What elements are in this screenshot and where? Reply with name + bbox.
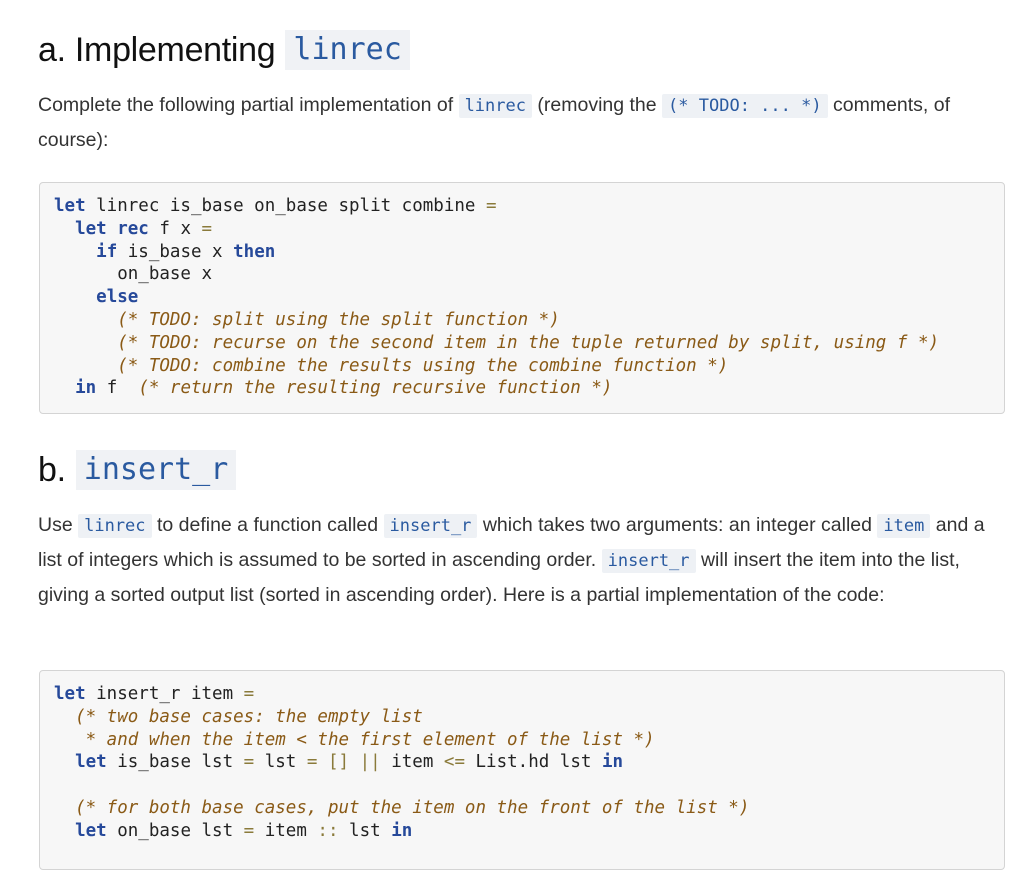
section-b-description: Use linrec to define a function called i…: [38, 508, 998, 612]
code-line: let insert_r item =: [54, 684, 255, 704]
section-a-intro: Complete the following partial implement…: [38, 88, 1008, 157]
desc-text: which takes two arguments: an integer ca…: [477, 514, 878, 536]
code-line: (* TODO: combine the results using the c…: [117, 355, 729, 376]
code-line: else: [96, 287, 139, 308]
desc-text: Use: [38, 514, 79, 536]
section-a-code-name: linrec: [285, 30, 410, 70]
code-line: if is_base x then: [96, 241, 276, 262]
inline-code: linrec: [458, 94, 532, 118]
code-line: in f (* return the resulting recursive f…: [75, 378, 613, 399]
code-line: let linrec is_base on_base split combine…: [54, 196, 497, 216]
code-line: (* TODO: split using the split function …: [117, 309, 560, 330]
insert-r-code-block[interactable]: let insert_r item = (* two base cases: t…: [39, 670, 1005, 870]
code-line: (* two base cases: the empty list: [75, 706, 423, 727]
code-line: (* TODO: recurse on the second item in t…: [117, 332, 940, 353]
intro-text: Complete the following partial implement…: [38, 94, 459, 116]
intro-text: (removing the: [531, 94, 663, 116]
inline-code: (* TODO: ... *): [662, 94, 828, 118]
inline-code: item: [877, 514, 931, 538]
desc-text: to define a function called: [151, 514, 384, 536]
code-line: on_base x: [117, 264, 213, 285]
section-b-code-name: insert_r: [75, 450, 237, 490]
inline-code: insert_r: [383, 514, 478, 538]
linrec-code-block[interactable]: let linrec is_base on_base split combine…: [39, 182, 1005, 414]
inline-code: insert_r: [601, 549, 696, 573]
section-a-heading: a. Implementing linrec: [38, 30, 410, 70]
code-line: let is_base lst = lst = [] || item <= Li…: [75, 752, 624, 773]
code-line: let rec f x =: [75, 218, 213, 239]
section-b-prefix: b.: [38, 451, 66, 489]
code-line: let on_base lst = item :: lst in: [75, 820, 413, 841]
section-b-heading: b. insert_r: [38, 450, 237, 490]
code-line: (* for both base cases, put the item on …: [75, 797, 750, 818]
section-a-prefix: a. Implementing: [38, 31, 276, 69]
inline-code: linrec: [78, 514, 152, 538]
code-line: * and when the item < the first element …: [75, 729, 655, 750]
